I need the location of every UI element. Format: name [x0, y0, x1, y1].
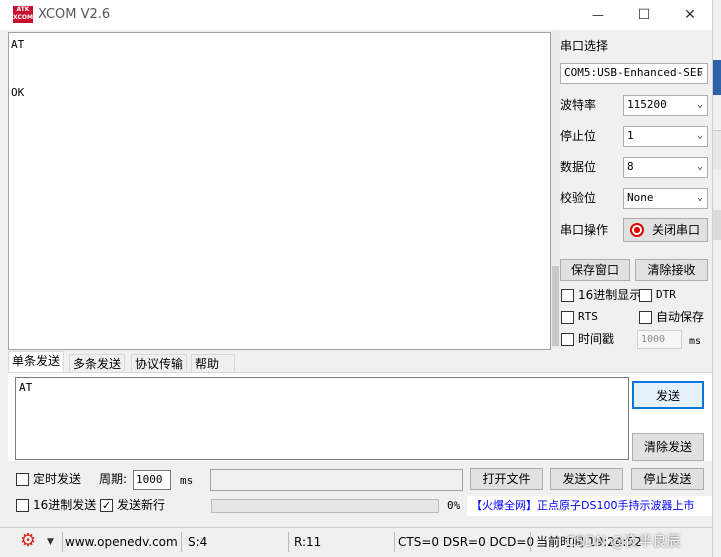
progress-percent: 0% — [447, 499, 461, 512]
rts-checkbox[interactable] — [561, 311, 574, 324]
clear-receive-button[interactable]: 清除接收 — [635, 259, 708, 281]
data-bit-select[interactable]: 8 ⌄ — [623, 157, 708, 178]
hex-display-label: 16进制显示 — [578, 288, 642, 302]
receive-line: OK — [11, 86, 25, 99]
stop-bit-label: 停止位 — [560, 129, 597, 143]
gear-icon[interactable]: ⚙ — [20, 530, 36, 552]
timestamp-checkbox[interactable] — [561, 333, 574, 346]
baud-select[interactable]: 115200 ⌄ — [623, 95, 708, 116]
send-file-button[interactable]: 发送文件 — [550, 468, 623, 490]
file-path-field[interactable] — [210, 469, 463, 491]
open-file-button[interactable]: 打开文件 — [470, 468, 543, 490]
timestamp-label: 时间戳 — [578, 332, 615, 346]
timestamp-input[interactable]: 1000 — [637, 330, 682, 349]
parity-select[interactable]: None ⌄ — [623, 188, 708, 209]
chevron-down-icon: ⌄ — [696, 130, 703, 141]
dtr-label: DTR — [656, 288, 676, 301]
parity-value: None — [627, 191, 654, 204]
parity-label: 校验位 — [560, 191, 597, 205]
title-bar: ATK XCOM XCOM V2.6 — ☐ ✕ — [0, 0, 712, 30]
send-textarea[interactable]: AT — [15, 377, 629, 460]
stop-bit-value: 1 — [627, 129, 634, 142]
timed-send-checkbox[interactable] — [16, 473, 29, 486]
receive-count: R:11 — [288, 532, 388, 552]
port-status-icon — [630, 223, 644, 237]
receive-line: AT — [11, 38, 25, 51]
receive-line — [11, 69, 548, 85]
maximize-button[interactable]: ☐ — [621, 4, 667, 26]
website-link[interactable]: www.openedv.com — [62, 532, 178, 552]
tab-single-send[interactable]: 单条发送 — [8, 351, 65, 373]
data-bit-value: 8 — [627, 160, 634, 173]
chevron-down-icon: ⌄ — [696, 161, 703, 172]
app-logo-icon: ATK XCOM — [13, 6, 33, 23]
send-progress-bar — [211, 499, 439, 513]
ad-link[interactable]: 【火爆全网】正点原子DS100手持示波器上市 — [467, 496, 712, 516]
send-newline-label: 发送新行 — [117, 498, 166, 512]
chevron-down-icon: ⌄ — [696, 67, 703, 78]
save-window-button[interactable]: 保存窗口 — [560, 259, 630, 281]
timed-send-label: 定时发送 — [33, 472, 82, 486]
port-select-value: COM5:USB-Enhanced-SEF — [564, 66, 704, 79]
auto-save-checkbox[interactable] — [639, 311, 652, 324]
main-body: AT OK 串口选择 COM5:USB-Enhanced-SEF ⌄ 波特率 1… — [0, 30, 712, 527]
background-window-edge — [712, 0, 721, 557]
gear-menu-chevron-icon[interactable]: ▼ — [47, 532, 54, 552]
close-port-label: 关闭串口 — [652, 223, 701, 237]
baud-label: 波特率 — [560, 98, 597, 112]
minimize-button[interactable]: — — [575, 4, 621, 26]
send-button[interactable]: 发送 — [632, 381, 704, 409]
panel-scrollbar[interactable] — [551, 30, 560, 348]
close-button[interactable]: ✕ — [667, 4, 713, 26]
watermark: CSDN @夜半良辰 — [566, 534, 681, 550]
baud-value: 115200 — [627, 98, 667, 111]
tab-help[interactable]: 帮助 — [191, 354, 235, 373]
hex-display-checkbox[interactable] — [561, 289, 574, 302]
send-pane: AT 发送 清除发送 — [8, 372, 712, 461]
period-unit: ms — [180, 474, 194, 487]
period-label: 周期: — [99, 472, 128, 486]
send-count: S:4 — [181, 532, 281, 552]
port-select-label: 串口选择 — [560, 39, 609, 53]
window-title: XCOM V2.6 — [38, 7, 111, 22]
send-tabs: 单条发送 多条发送 协议传输 帮助 — [8, 351, 268, 373]
line-signals: CTS=0 DSR=0 DCD=0 — [394, 532, 534, 552]
auto-save-label: 自动保存 — [656, 310, 705, 324]
close-port-button[interactable]: 关闭串口 — [623, 218, 708, 242]
port-select[interactable]: COM5:USB-Enhanced-SEF ⌄ — [560, 63, 708, 84]
send-newline-checkbox[interactable]: ✓ — [100, 499, 113, 512]
receive-line — [11, 53, 548, 69]
tab-multi-send[interactable]: 多条发送 — [69, 354, 126, 373]
clear-send-button[interactable]: 清除发送 — [632, 433, 704, 461]
settings-panel: 串口选择 COM5:USB-Enhanced-SEF ⌄ 波特率 115200 … — [551, 30, 712, 360]
period-input[interactable]: 1000 — [133, 470, 171, 490]
tab-protocol[interactable]: 协议传输 — [131, 354, 188, 373]
receive-textarea[interactable]: AT OK — [8, 32, 551, 350]
data-bit-label: 数据位 — [560, 160, 597, 174]
dtr-checkbox[interactable] — [639, 289, 652, 302]
hex-send-checkbox[interactable] — [16, 499, 29, 512]
rts-label: RTS — [578, 310, 598, 323]
timestamp-unit: ms — [689, 336, 702, 347]
chevron-down-icon: ⌄ — [696, 99, 703, 110]
send-text: AT — [19, 381, 33, 394]
stop-bit-select[interactable]: 1 ⌄ — [623, 126, 708, 147]
scrollbar-thumb[interactable] — [552, 266, 559, 346]
status-bar: ⚙ ▼ www.openedv.com S:4 R:11 CTS=0 DSR=0… — [0, 527, 712, 557]
stop-send-button[interactable]: 停止发送 — [631, 468, 704, 490]
hex-send-label: 16进制发送 — [33, 498, 97, 512]
port-op-label: 串口操作 — [560, 223, 609, 237]
chevron-down-icon: ⌄ — [696, 192, 703, 203]
